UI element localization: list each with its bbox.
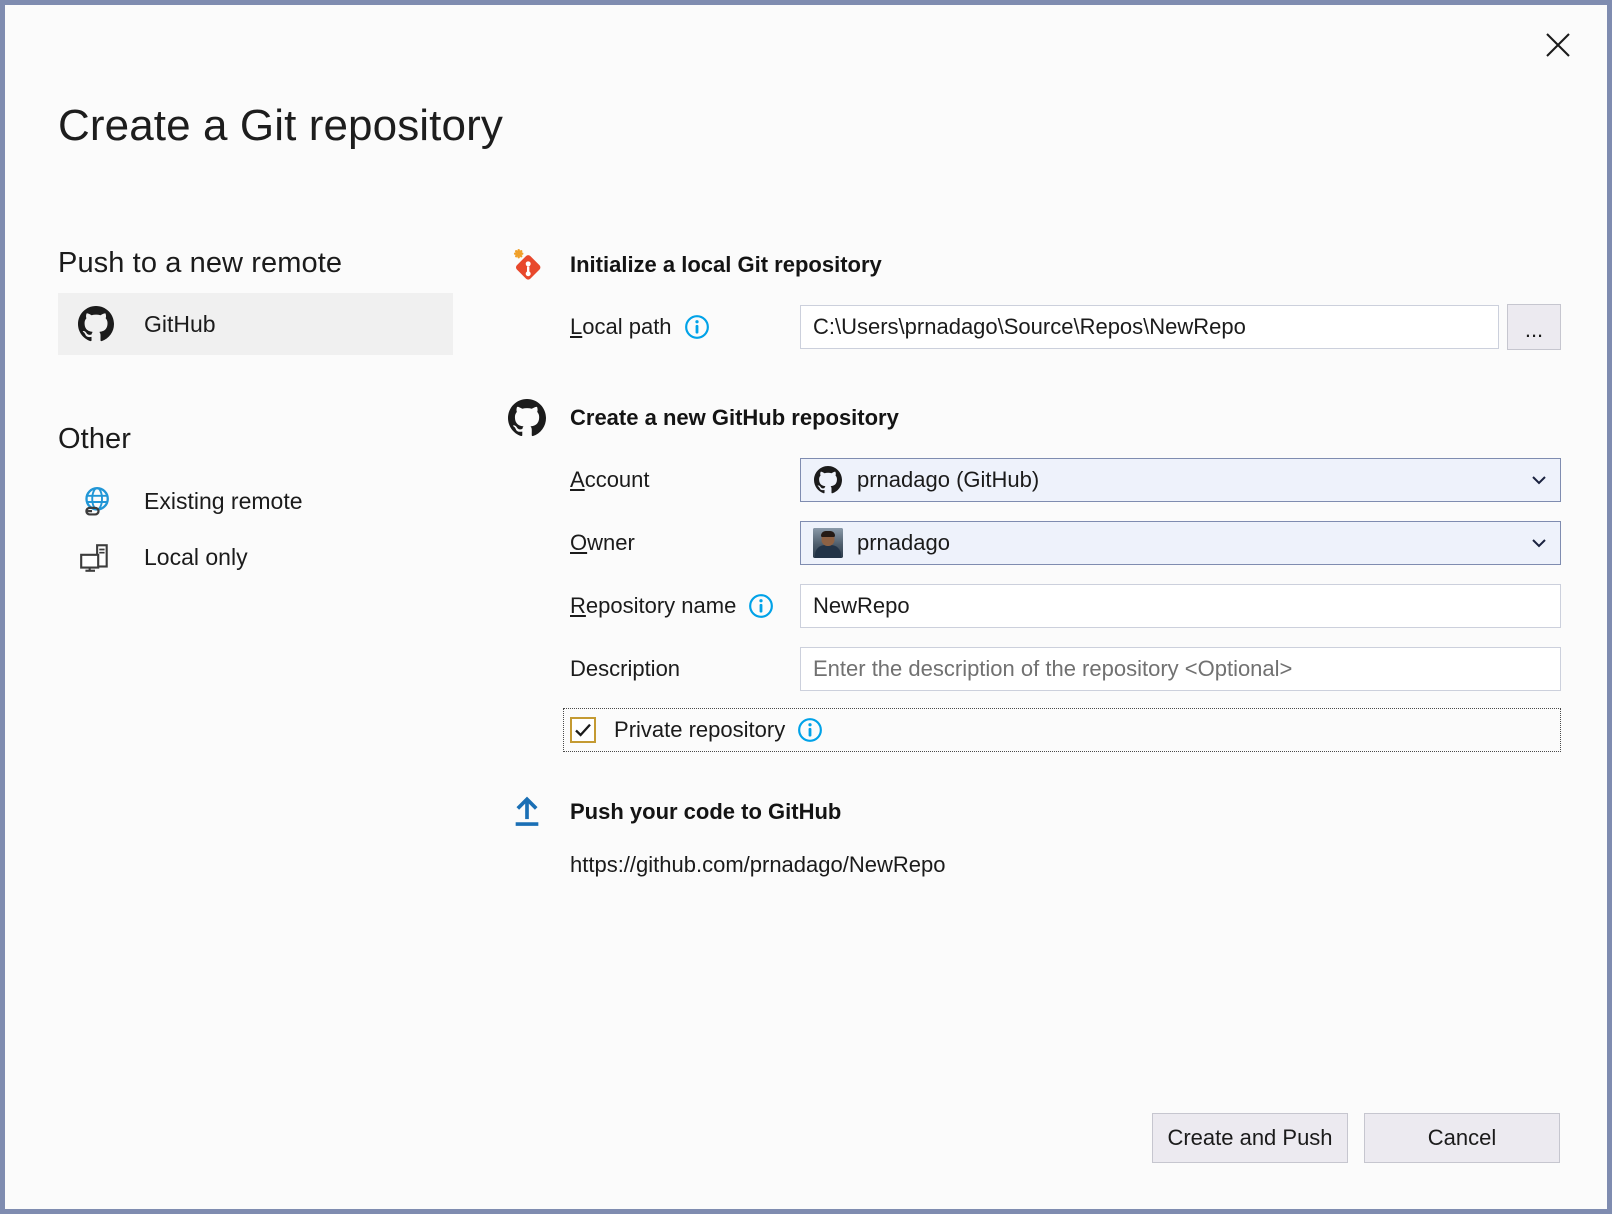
local-path-label: Local path bbox=[570, 314, 800, 340]
avatar-hair bbox=[821, 531, 835, 537]
private-repository-label-rest: rivate repository bbox=[629, 717, 786, 743]
info-icon[interactable] bbox=[797, 717, 823, 743]
accesskey-letter: L bbox=[570, 314, 582, 340]
info-icon[interactable] bbox=[684, 314, 710, 340]
section-header: Create a new GitHub repository bbox=[505, 396, 1561, 440]
repository-name-label: Repository name bbox=[570, 593, 800, 619]
github-icon bbox=[78, 306, 120, 342]
sidebar-item-label: GitHub bbox=[144, 311, 216, 338]
section-create-github-repo: Create a new GitHub repository Account p… bbox=[505, 396, 1561, 752]
info-icon[interactable] bbox=[748, 593, 774, 619]
section-title: Push your code to GitHub bbox=[570, 799, 841, 825]
section-initialize-local-repo: Initialize a local Git repository Local … bbox=[505, 243, 1561, 350]
local-path-label-rest: ocal path bbox=[582, 314, 671, 340]
owner-value: prnadago bbox=[857, 530, 1528, 556]
section-push-code: Push your code to GitHub https://github.… bbox=[505, 790, 1561, 878]
field-owner: Owner prnadago bbox=[505, 520, 1561, 566]
github-icon bbox=[505, 399, 549, 437]
account-value: prnadago (GitHub) bbox=[857, 467, 1528, 493]
description-label: Description bbox=[570, 656, 800, 682]
repository-name-label-rest: epository name bbox=[586, 593, 736, 619]
sidebar: Push to a new remote GitHub Other bbox=[58, 245, 453, 586]
cancel-button[interactable]: Cancel bbox=[1364, 1113, 1560, 1163]
push-url-text: https://github.com/prnadago/NewRepo bbox=[570, 852, 1561, 878]
section-header: Initialize a local Git repository bbox=[505, 243, 1561, 287]
browse-button[interactable]: ... bbox=[1507, 304, 1561, 350]
account-label: Account bbox=[570, 467, 800, 493]
computer-icon bbox=[78, 541, 120, 575]
owner-label-rest: wner bbox=[587, 530, 635, 556]
chevron-down-icon[interactable] bbox=[1528, 538, 1550, 548]
account-label-rest: ccount bbox=[585, 467, 650, 493]
field-local-path: Local path C:\Users\prnadago\Source\Repo… bbox=[505, 304, 1561, 350]
upload-icon bbox=[505, 795, 549, 829]
git-repo-icon bbox=[505, 246, 549, 284]
create-and-push-button[interactable]: Create and Push bbox=[1152, 1113, 1348, 1163]
sidebar-item-local-only[interactable]: Local only bbox=[58, 530, 453, 586]
page-title: Create a Git repository bbox=[58, 101, 503, 151]
owner-dropdown[interactable]: prnadago bbox=[800, 521, 1561, 565]
sidebar-item-github[interactable]: GitHub bbox=[58, 293, 453, 355]
private-repository-checkbox[interactable] bbox=[570, 717, 596, 743]
checkmark-icon bbox=[573, 720, 593, 740]
accesskey-letter: O bbox=[570, 530, 587, 556]
sidebar-heading-other: Other bbox=[58, 421, 453, 457]
sidebar-heading-push: Push to a new remote bbox=[58, 245, 453, 281]
accesskey-letter: P bbox=[614, 717, 629, 743]
field-repository-name: Repository name NewRepo bbox=[505, 583, 1561, 629]
close-icon bbox=[1543, 30, 1573, 60]
chevron-down-icon[interactable] bbox=[1528, 475, 1550, 485]
local-path-input[interactable]: C:\Users\prnadago\Source\Repos\NewRepo bbox=[800, 305, 1499, 349]
main-content: Initialize a local Git repository Local … bbox=[505, 243, 1561, 884]
avatar-image bbox=[813, 528, 843, 558]
sidebar-item-existing-remote[interactable]: Existing remote bbox=[58, 474, 453, 530]
globe-link-icon bbox=[78, 485, 120, 519]
private-repository-row[interactable]: Private repository bbox=[563, 708, 1561, 752]
field-description: Description Enter the description of the… bbox=[505, 646, 1561, 692]
dialog-body: Create a Git repository Push to a new re… bbox=[5, 5, 1607, 1209]
section-title: Create a new GitHub repository bbox=[570, 405, 899, 431]
avatar-body bbox=[815, 545, 841, 558]
repository-name-input[interactable]: NewRepo bbox=[800, 584, 1561, 628]
accesskey-letter: A bbox=[570, 467, 585, 493]
private-repository-label: Private repository bbox=[614, 717, 823, 743]
owner-label: Owner bbox=[570, 530, 800, 556]
section-title: Initialize a local Git repository bbox=[570, 252, 882, 278]
sidebar-push-list: GitHub bbox=[58, 293, 453, 355]
github-icon bbox=[813, 466, 843, 494]
accesskey-letter: R bbox=[570, 593, 586, 619]
sidebar-item-label: Existing remote bbox=[144, 488, 303, 515]
description-input[interactable]: Enter the description of the repository … bbox=[800, 647, 1561, 691]
sidebar-item-label: Local only bbox=[144, 544, 248, 571]
close-button[interactable] bbox=[1521, 13, 1595, 77]
field-account: Account prnadago (GitHub) bbox=[505, 457, 1561, 503]
dialog-footer: Create and Push Cancel bbox=[1152, 1113, 1560, 1163]
sidebar-other-list: Existing remote Local only bbox=[58, 474, 453, 586]
section-header: Push your code to GitHub bbox=[505, 790, 1561, 834]
create-git-repository-dialog: Create a Git repository Push to a new re… bbox=[0, 0, 1612, 1214]
account-dropdown[interactable]: prnadago (GitHub) bbox=[800, 458, 1561, 502]
avatar bbox=[813, 528, 843, 558]
